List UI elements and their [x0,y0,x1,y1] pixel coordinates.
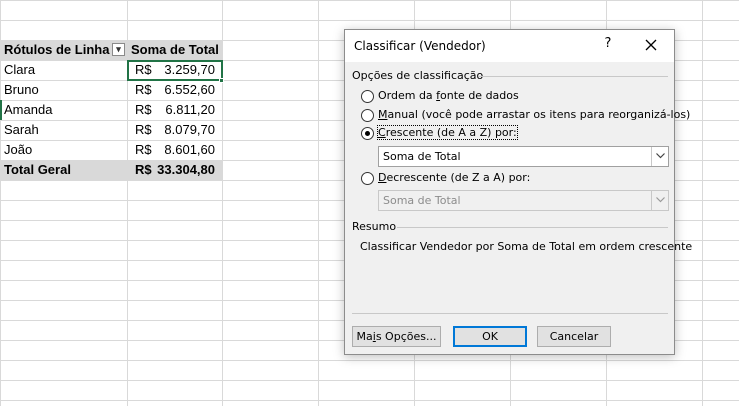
radio-label: Ordem da fonte de dados [378,89,519,102]
sum-total-header[interactable]: Soma de Total [131,40,226,60]
radio-button[interactable] [361,172,374,185]
currency-symbol: R$ [135,122,152,137]
pivot-row[interactable]: Sarah R$ 8.079,70 [1,120,223,140]
sort-dialog: Classificar (Vendedor) ? Opções de class… [344,29,692,355]
select-value: Soma de Total [383,150,461,163]
descending-field-select: Soma de Total [378,190,669,211]
pivot-row[interactable]: Bruno R$ 6.552,60 [1,80,223,100]
chevron-down-icon [651,191,668,210]
radio-label: Manual (você pode arrastar os itens para… [378,108,691,121]
currency-symbol: R$ [135,102,152,117]
currency-symbol: R$ [135,162,152,177]
amount-value: 6.811,20 [165,102,215,117]
ascending-field-select[interactable]: Soma de Total [378,146,669,167]
total-label: Total Geral [4,162,71,177]
row-label: Amanda [4,102,53,117]
section-divider [479,76,668,77]
sort-options-heading: Opções de classificação [352,69,484,82]
help-button[interactable]: ? [601,36,615,54]
column-divider [702,0,703,406]
row-label: Clara [4,62,36,77]
row-label: Sarah [4,122,39,137]
pivot-total-row[interactable]: Total Geral R$ 33.304,80 [1,160,223,180]
summary-heading: Resumo [352,220,397,233]
pivot-row[interactable]: João R$ 8.601,60 [1,140,223,160]
row-label: Bruno [4,82,39,97]
more-options-button[interactable]: Mais Opções... [352,326,441,347]
radio-button[interactable] [361,90,374,103]
radio-button-selected[interactable] [361,127,374,140]
amount-value: 6.552,60 [164,82,215,97]
pivot-row[interactable]: Amanda R$ 6.811,20 [1,100,223,120]
dialog-title: Classificar (Vendedor) [354,39,486,53]
close-icon[interactable] [641,34,661,56]
active-row-marker [0,100,2,120]
column-divider [318,0,319,406]
selected-cell[interactable] [127,60,223,81]
amount-value: 8.601,60 [164,142,215,157]
section-divider [352,313,668,314]
ok-button[interactable]: OK [453,326,527,347]
row-labels-header[interactable]: Rótulos de Linha [4,40,126,60]
pivot-header-row: Rótulos de Linha ▾ Soma de Total [1,40,223,60]
total-amount: 33.304,80 [157,162,215,177]
row-label: João [4,142,33,157]
chevron-down-icon[interactable] [651,147,668,166]
currency-symbol: R$ [135,82,152,97]
currency-symbol: R$ [135,142,152,157]
radio-button[interactable] [361,109,374,122]
radio-label: Crescente (de A a Z) por: [377,125,518,140]
radio-label: Decrescente (de Z a A) por: [378,171,531,184]
section-divider [397,227,668,228]
cancel-button[interactable]: Cancelar [537,326,611,347]
dialog-titlebar[interactable]: Classificar (Vendedor) ? [345,30,674,62]
select-value: Soma de Total [383,194,461,207]
summary-text: Classificar Vendedor por Soma de Total e… [360,240,693,253]
filter-sort-icon[interactable]: ▾ [112,43,125,56]
amount-value: 8.079,70 [164,122,215,137]
fill-handle[interactable] [219,78,224,83]
